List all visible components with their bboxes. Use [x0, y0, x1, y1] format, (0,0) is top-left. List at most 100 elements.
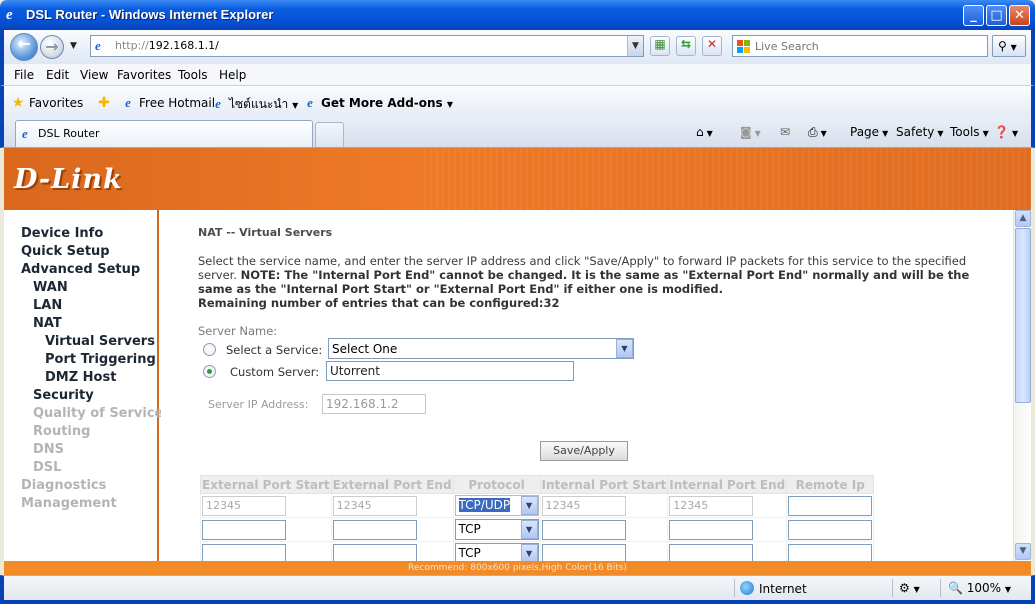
zoom-icon: 🔍 — [948, 581, 963, 595]
search-button[interactable]: ⚲ ▼ — [992, 35, 1026, 57]
minimize-button[interactable]: _ — [963, 5, 984, 26]
fav-link-hotmail[interactable]: e Free Hotmail — [120, 95, 215, 111]
security-zone[interactable]: Internet — [740, 581, 807, 596]
ext-start-input[interactable] — [202, 543, 286, 561]
scroll-down-button[interactable]: ▼ — [1015, 543, 1031, 560]
home-button[interactable]: ⌂ ▼ — [696, 125, 713, 139]
nav-device-info[interactable]: Device Info — [21, 226, 103, 241]
fav-link-suggested[interactable]: e ไซต์แนะนำ ▼ — [210, 95, 298, 114]
new-tab-button[interactable] — [315, 122, 344, 147]
protected-mode-icon[interactable]: ⚙ ▼ — [899, 581, 920, 595]
search-input[interactable] — [755, 38, 980, 54]
int-start-input[interactable] — [541, 495, 626, 516]
search-box[interactable] — [732, 35, 988, 57]
print-button[interactable]: ⎙ ▼ — [808, 125, 827, 140]
favorites-button[interactable]: ★ Favorites — [10, 95, 84, 111]
remote-ip-input[interactable] — [788, 543, 873, 561]
table-row: TCP/UDP ▼ — [200, 493, 875, 518]
maximize-button[interactable]: □ — [986, 5, 1007, 26]
menu-edit[interactable]: Edit — [46, 68, 69, 82]
nav-wan[interactable]: WAN — [33, 280, 68, 295]
table-header-row: External Port Start External Port End Pr… — [200, 475, 875, 494]
menu-tools[interactable]: Tools — [178, 68, 208, 82]
protocol-select[interactable]: TCP ▼ — [454, 519, 539, 540]
custom-server-input[interactable] — [326, 361, 574, 381]
protocol-select[interactable]: TCP/UDP ▼ — [454, 495, 539, 516]
help-button[interactable]: ❓ ▼ — [994, 125, 1018, 139]
table-row: TCP ▼ — [200, 541, 875, 561]
select-service-radio[interactable] — [203, 343, 216, 356]
page-title: NAT -- Virtual Servers — [198, 226, 333, 239]
int-end-input[interactable] — [669, 519, 754, 540]
nav-dsl[interactable]: DSL — [33, 460, 61, 475]
nav-lan[interactable]: LAN — [33, 298, 62, 313]
tools-menu[interactable]: Tools ▼ — [950, 125, 989, 139]
nav-quick-setup[interactable]: Quick Setup — [21, 244, 110, 259]
nav-virtual-servers[interactable]: Virtual Servers — [45, 334, 155, 349]
zoom-level[interactable]: 🔍 100% ▼ — [948, 581, 1011, 595]
port-forwarding-table: External Port Start External Port End Pr… — [200, 475, 875, 561]
int-start-input[interactable] — [541, 543, 626, 561]
ext-end-input[interactable] — [332, 543, 417, 561]
printer-icon: ⎙ — [808, 125, 818, 139]
menu-favorites[interactable]: Favorites — [117, 68, 171, 82]
tab-ie-icon: e — [22, 126, 28, 141]
favorites-bar: ★ Favorites ✚ e Free Hotmail e ไซต์แนะนำ ▼ … — [0, 86, 1035, 118]
scroll-thumb[interactable] — [1015, 228, 1031, 403]
add-to-favorites-button[interactable]: ✚ — [96, 95, 115, 111]
mail-button[interactable]: ✉ — [780, 125, 790, 139]
nav-advanced-setup[interactable]: Advanced Setup — [21, 262, 140, 277]
compatibility-view-button[interactable]: ▦ — [650, 36, 670, 56]
menu-view[interactable]: View — [80, 68, 108, 82]
menu-file[interactable]: File — [14, 68, 34, 82]
nav-port-triggering[interactable]: Port Triggering — [45, 352, 156, 367]
nav-dmz-host[interactable]: DMZ Host — [45, 370, 116, 385]
ie-page-icon: e — [307, 95, 313, 110]
recent-pages-dropdown[interactable]: ▼ — [70, 41, 77, 51]
forward-button[interactable]: → — [40, 35, 64, 59]
stop-button[interactable]: ✕ — [702, 36, 722, 56]
ext-end-input[interactable] — [332, 495, 417, 516]
nav-security[interactable]: Security — [33, 388, 94, 403]
int-end-input[interactable] — [669, 495, 754, 516]
status-separator — [940, 579, 941, 597]
fav-link-addons[interactable]: e Get More Add-ons ▼ — [302, 95, 453, 111]
int-end-input[interactable] — [669, 543, 754, 561]
nav-diagnostics[interactable]: Diagnostics — [21, 478, 106, 493]
address-dropdown[interactable]: ▼ — [627, 36, 643, 56]
server-name-label: Server Name: — [198, 324, 278, 338]
safety-menu[interactable]: Safety ▼ — [896, 125, 944, 139]
vertical-scrollbar[interactable]: ▲ ▼ — [1013, 210, 1031, 561]
protocol-select[interactable]: TCP ▼ — [454, 543, 539, 561]
ext-start-input[interactable] — [202, 495, 286, 516]
remote-ip-input[interactable] — [788, 495, 873, 516]
scroll-up-button[interactable]: ▲ — [1015, 210, 1031, 227]
close-button[interactable]: ✕ — [1009, 5, 1030, 26]
recommend-bar: Recommend: 800x600 pixels,High Color(16 … — [4, 561, 1031, 575]
globe-icon — [740, 581, 754, 595]
custom-server-radio[interactable] — [203, 365, 216, 378]
page-viewport: D-Link Device Info Quick Setup Advanced … — [4, 148, 1031, 561]
save-apply-button[interactable]: Save/Apply — [540, 441, 628, 461]
remote-ip-input[interactable] — [788, 519, 873, 540]
int-start-input[interactable] — [541, 519, 626, 540]
menu-help[interactable]: Help — [219, 68, 246, 82]
tab-dsl-router[interactable]: e DSL Router — [15, 120, 313, 147]
address-field[interactable]: e http://192.168.1.1/ ▼ — [90, 35, 644, 57]
back-button[interactable]: ← — [10, 33, 38, 61]
nav-management[interactable]: Management — [21, 496, 117, 511]
page-menu[interactable]: Page ▼ — [850, 125, 888, 139]
feeds-button[interactable]: ◙ ▼ — [740, 125, 761, 139]
server-ip-input[interactable] — [322, 394, 426, 414]
forward-arrow-icon: → — [45, 37, 59, 56]
refresh-button[interactable]: ⇆ — [676, 36, 696, 56]
nav-nat[interactable]: NAT — [33, 316, 62, 331]
remaining-entries: Remaining number of entries that can be … — [198, 296, 560, 310]
nav-routing[interactable]: Routing — [33, 424, 90, 439]
nav-qos[interactable]: Quality of Service — [33, 406, 163, 421]
nav-dns[interactable]: DNS — [33, 442, 64, 457]
ext-start-input[interactable] — [202, 519, 286, 540]
service-select[interactable]: Select One ▼ — [328, 338, 634, 359]
ext-end-input[interactable] — [332, 519, 417, 540]
chevron-down-icon: ▼ — [616, 339, 633, 358]
